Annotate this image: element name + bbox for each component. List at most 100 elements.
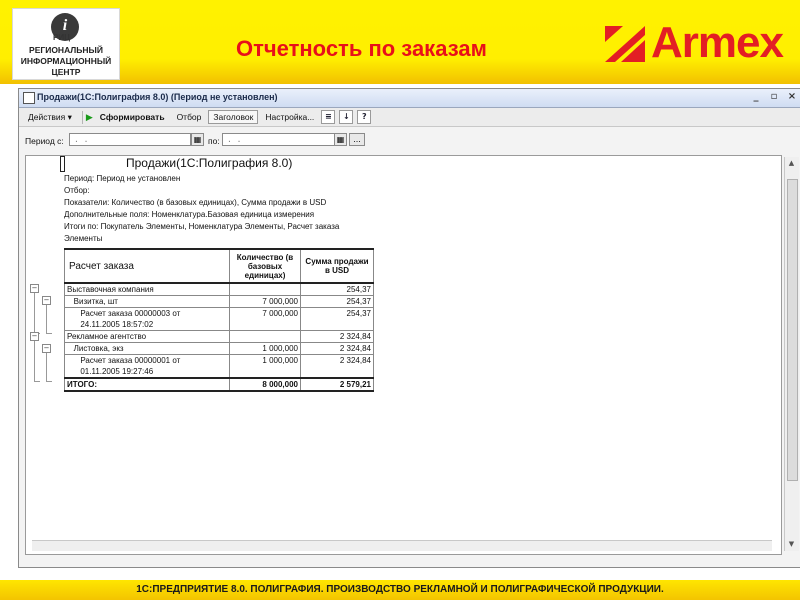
- row-sum: 254,37: [300, 295, 374, 308]
- play-icon[interactable]: ▶: [86, 112, 93, 123]
- window-title: Продажи(1С:Полиграфия 8.0) (Период не ус…: [37, 92, 278, 102]
- horizontal-scrollbar[interactable]: [32, 540, 772, 551]
- column-header: Сумма продажи в USD: [300, 248, 374, 284]
- report-param-line: Итоги по: Покупатель Элементы, Номенклат…: [64, 222, 340, 231]
- minimize-icon[interactable]: _: [751, 91, 761, 103]
- table-row: Расчет заказа 00000001 от 1 000,000 2 32…: [64, 354, 374, 366]
- period-from-label: Период с:: [25, 136, 64, 146]
- scroll-down-icon[interactable]: ▼: [787, 540, 796, 549]
- row-name: Расчет заказа 00000001 от: [64, 354, 230, 366]
- row-qty: [229, 282, 301, 296]
- maximize-icon[interactable]: ▫: [769, 91, 779, 103]
- table-row: 01.11.2005 19:27:46: [64, 366, 374, 379]
- tree-line: [46, 305, 47, 333]
- select-period-button[interactable]: ...: [349, 133, 365, 146]
- total-sum: 2 579,21: [300, 377, 374, 392]
- period-filter-bar: Период с: . . ▦ по: . . ▦ ...: [19, 127, 800, 153]
- row-qty: 1 000,000: [229, 342, 301, 355]
- window-icon: [23, 92, 35, 104]
- row-name: Выставочная компания: [64, 282, 230, 296]
- row-qty: [229, 319, 301, 331]
- vertical-scrollbar[interactable]: ▲ ▼: [784, 157, 799, 551]
- toolbar: Действия ▾ ▶ Сформировать Отбор Заголово…: [19, 108, 800, 127]
- help-button[interactable]: ?: [357, 110, 372, 124]
- ric-logo: i РИЦ РЕГИОНАЛЬНЫЙ ИНФОРМАЦИОННЫЙ ЦЕНТР: [12, 8, 120, 80]
- collapse-icon[interactable]: −: [42, 296, 51, 305]
- header-band: i РИЦ РЕГИОНАЛЬНЫЙ ИНФОРМАЦИОННЫЙ ЦЕНТР …: [0, 0, 800, 84]
- row-sum: 2 324,84: [300, 342, 374, 355]
- logo-text: РЕГИОНАЛЬНЫЙ ИНФОРМАЦИОННЫЙ ЦЕНТР: [13, 45, 119, 78]
- tree-line: [34, 341, 35, 381]
- row-qty: [229, 330, 301, 343]
- armex-mark-icon: [605, 26, 645, 62]
- scrollbar-thumb[interactable]: [787, 179, 798, 481]
- row-qty: [229, 366, 301, 379]
- row-name: Визитка, шт: [64, 295, 230, 308]
- filter-button[interactable]: Отбор: [172, 110, 207, 124]
- row-sum: [300, 366, 374, 379]
- tree-line: [46, 353, 47, 381]
- scroll-up-icon[interactable]: ▲: [787, 159, 796, 168]
- expand-icon[interactable]: ↓: [339, 110, 354, 124]
- row-sum: 2 324,84: [300, 354, 374, 366]
- logo-abbreviation: РИЦ: [53, 33, 70, 42]
- calendar-icon[interactable]: ▦: [191, 133, 204, 146]
- period-to-label: по:: [208, 136, 220, 146]
- footer-band: 1С:ПРЕДПРИЯТИЕ 8.0. ПОЛИГРАФИЯ. ПРОИЗВОД…: [0, 580, 800, 600]
- brand-name: Armex: [651, 18, 784, 67]
- report-param-line: Отбор:: [64, 186, 90, 195]
- row-qty: 1 000,000: [229, 354, 301, 366]
- table-header-row: Расчет заказа Количество (в базовых един…: [64, 248, 374, 284]
- logo-line: ИНФОРМАЦИОННЫЙ: [20, 56, 112, 66]
- row-qty: 7 000,000: [229, 295, 301, 308]
- table-row: Рекламное агентство 2 324,84: [64, 330, 374, 343]
- period-from-input[interactable]: . .: [69, 133, 191, 146]
- table-row: Выставочная компания 254,37: [64, 282, 374, 296]
- period-to-input[interactable]: . .: [222, 133, 335, 146]
- collapse-icon[interactable]: −: [30, 332, 39, 341]
- window-controls: _ ▫ ×: [751, 91, 797, 103]
- table-row: Листовка, экз 1 000,000 2 324,84: [64, 342, 374, 355]
- actions-menu[interactable]: Действия ▾: [23, 110, 77, 125]
- row-sum: 254,37: [300, 282, 374, 296]
- table-row: Расчет заказа 00000003 от 7 000,000 254,…: [64, 307, 374, 319]
- cell-cursor: [60, 156, 65, 172]
- total-qty: 8 000,000: [229, 377, 301, 392]
- toolbar-separator: [81, 110, 83, 124]
- row-sum: 254,37: [300, 307, 374, 319]
- tree-line: [46, 333, 52, 334]
- report-param-line: Дополнительные поля: Номенклатура.Базова…: [64, 210, 315, 219]
- logo-line: ЦЕНТР: [51, 67, 81, 77]
- row-name: Расчет заказа 00000003 от: [64, 307, 230, 319]
- armex-logo: Armex: [605, 18, 795, 67]
- report-param-line: Период: Период не установлен: [64, 174, 181, 183]
- collapse-icon[interactable]: −: [30, 284, 39, 293]
- tree-line: [34, 293, 35, 333]
- window-titlebar[interactable]: Продажи(1С:Полиграфия 8.0) (Период не ус…: [19, 89, 800, 108]
- close-icon[interactable]: ×: [787, 91, 797, 103]
- tree-line: [34, 381, 40, 382]
- table-row: Визитка, шт 7 000,000 254,37: [64, 295, 374, 308]
- report-table: Расчет заказа Количество (в базовых един…: [64, 248, 374, 392]
- settings-button[interactable]: Настройка...: [260, 110, 319, 124]
- row-sum: 2 324,84: [300, 330, 374, 343]
- total-row: ИТОГО: 8 000,000 2 579,21: [64, 377, 374, 392]
- row-sum: [300, 319, 374, 331]
- row-name: Листовка, экз: [64, 342, 230, 355]
- table-row: 24.11.2005 18:57:02: [64, 319, 374, 331]
- report-spreadsheet[interactable]: Продажи(1С:Полиграфия 8.0) Период: Перио…: [25, 155, 782, 555]
- total-label: ИТОГО:: [64, 377, 230, 392]
- tree-line: [46, 381, 52, 382]
- report-window: Продажи(1С:Полиграфия 8.0) (Период не ус…: [18, 88, 800, 568]
- report-options-icon[interactable]: ≡: [321, 110, 336, 124]
- row-name: 24.11.2005 18:57:02: [64, 319, 230, 331]
- heading-toggle[interactable]: Заголовок: [208, 110, 259, 124]
- report-title: Продажи(1С:Полиграфия 8.0): [126, 156, 293, 170]
- generate-button[interactable]: Сформировать: [95, 110, 170, 124]
- row-name: 01.11.2005 19:27:46: [64, 366, 230, 379]
- collapse-icon[interactable]: −: [42, 344, 51, 353]
- row-name: Рекламное агентство: [64, 330, 230, 343]
- calendar-icon[interactable]: ▦: [334, 133, 347, 146]
- slide-title: Отчетность по заказам: [236, 36, 487, 61]
- column-header: Количество (в базовых единицах): [229, 248, 301, 284]
